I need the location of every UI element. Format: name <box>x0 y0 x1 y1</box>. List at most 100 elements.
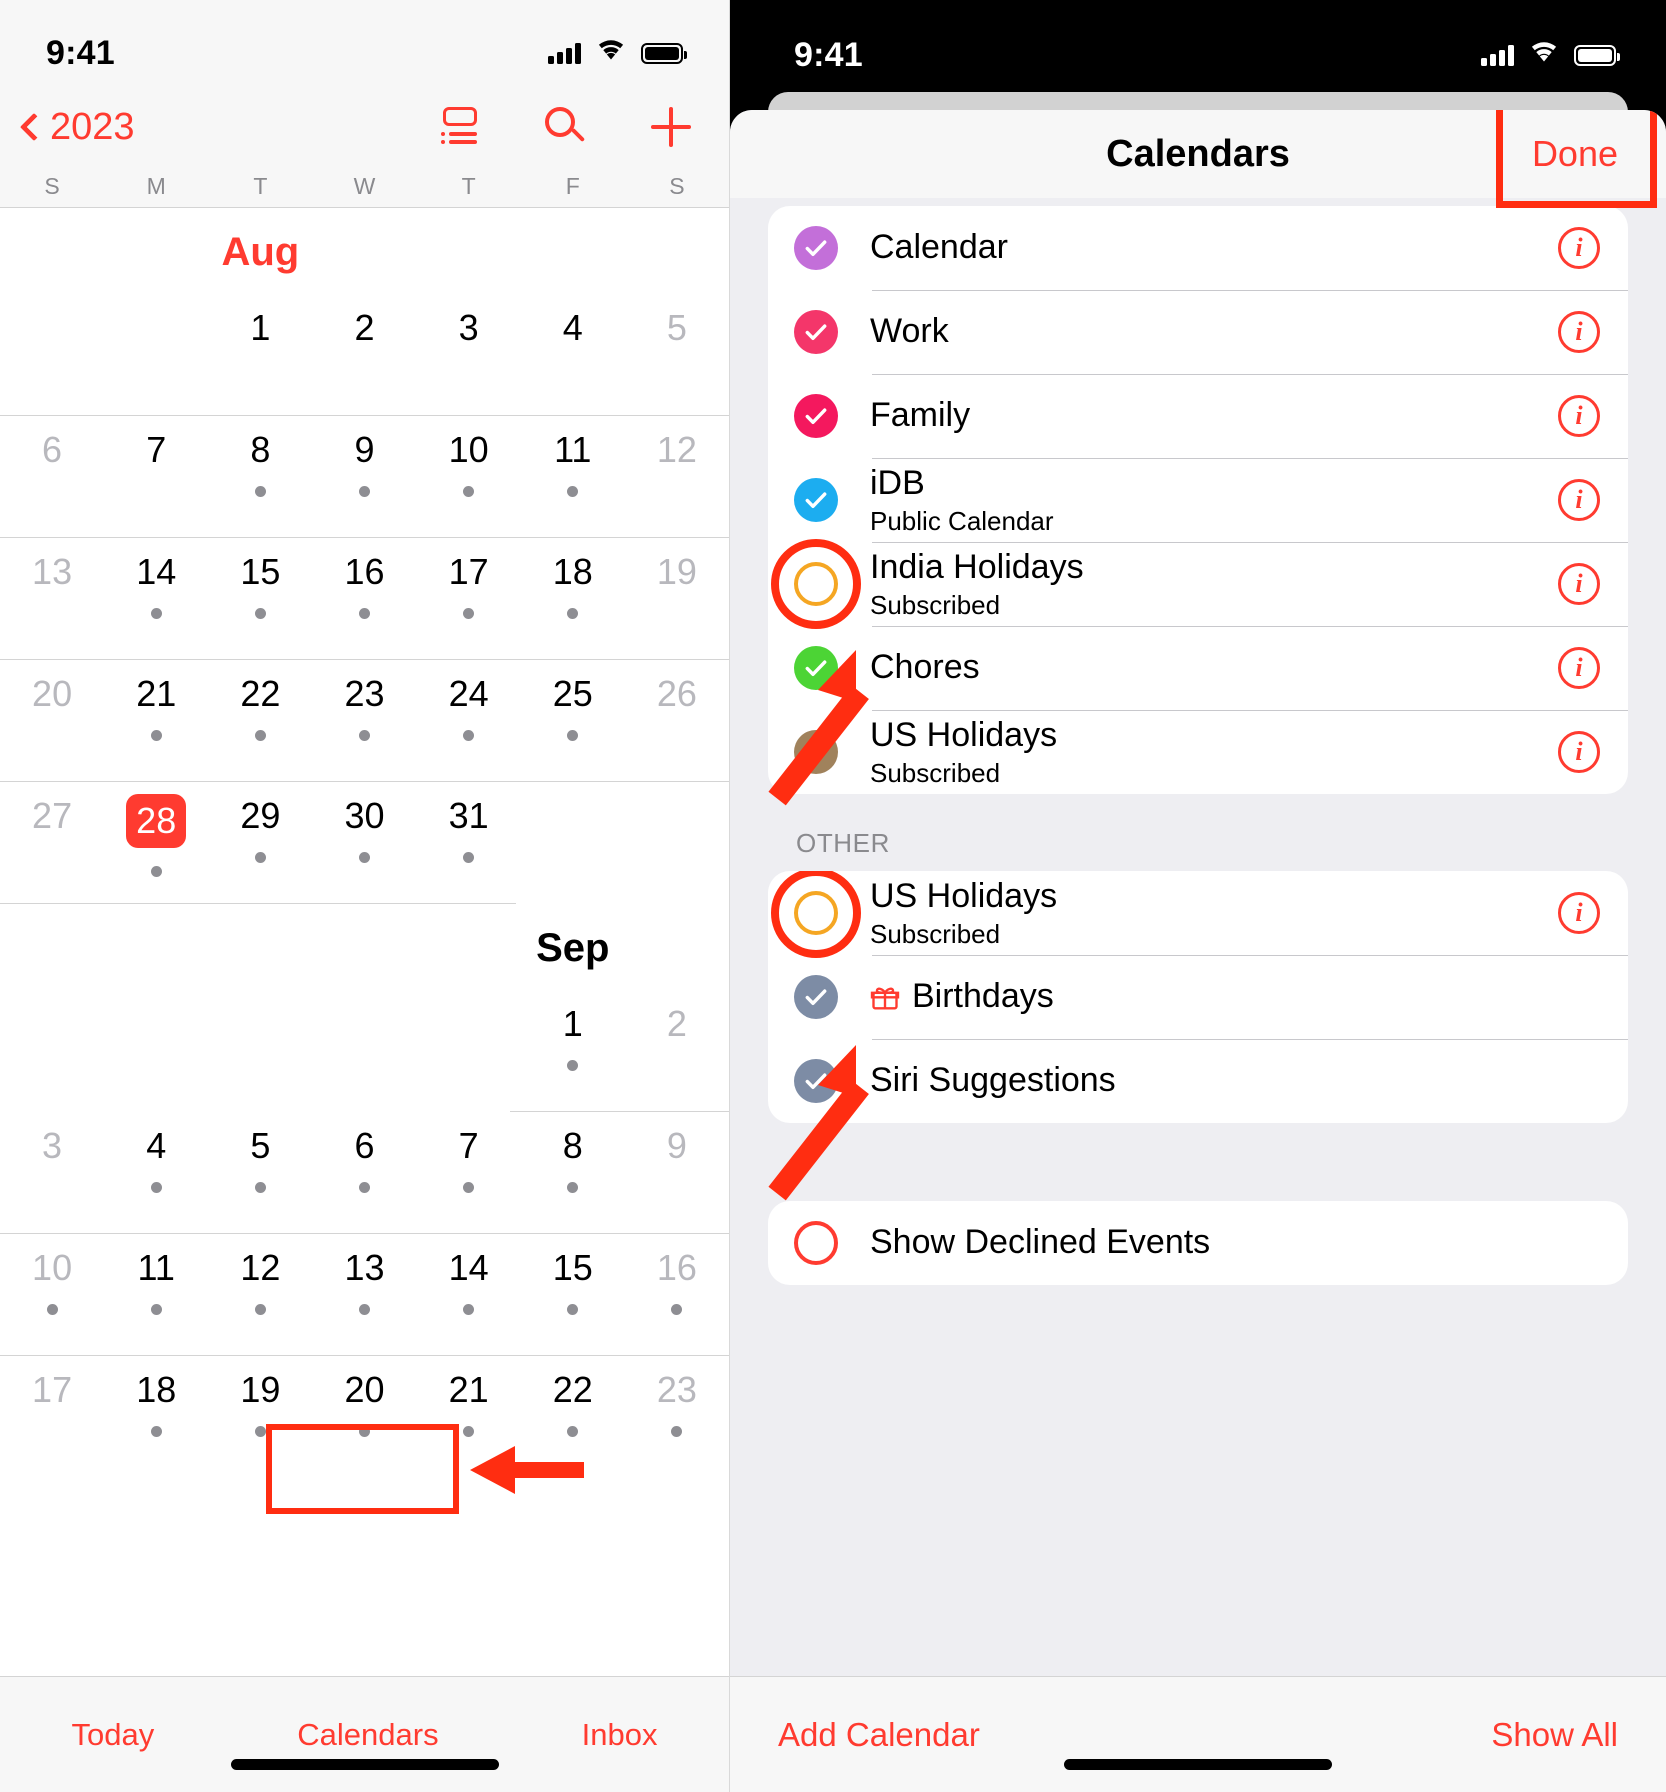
day-number: 25 <box>552 673 593 714</box>
calendars-list[interactable]: Calendar i Work i Family i iDB Public Calendar i… <box>730 198 1666 1676</box>
tab-inbox[interactable]: Inbox <box>582 1717 658 1753</box>
info-icon[interactable]: i <box>1558 395 1600 437</box>
calendar-day-cell[interactable]: 28 <box>104 782 208 904</box>
calendar-list-item[interactable]: India Holidays Subscribed i <box>768 539 1628 629</box>
info-icon[interactable]: i <box>1558 227 1600 269</box>
event-dot <box>463 1182 475 1193</box>
calendar-day-cell[interactable]: 12 <box>208 1234 312 1356</box>
calendar-day-cell[interactable]: 2 <box>312 294 416 416</box>
calendar-day-cell[interactable]: 17 <box>417 538 521 660</box>
calendar-list-item[interactable]: Family i <box>768 374 1628 458</box>
unchecked-circle-icon[interactable] <box>794 562 838 606</box>
calendar-day-cell[interactable]: 16 <box>625 1234 729 1356</box>
calendar-day-cell[interactable]: 31 <box>417 782 521 904</box>
calendar-day-cell[interactable]: 12 <box>625 416 729 538</box>
calendar-day-cell[interactable]: Aug 1 <box>208 232 312 416</box>
calendar-day-cell[interactable]: 3 <box>417 294 521 416</box>
calendar-day-cell[interactable]: 19 <box>625 538 729 660</box>
info-icon[interactable]: i <box>1558 311 1600 353</box>
show-all-button[interactable]: Show All <box>1491 1716 1618 1754</box>
checkmark-icon[interactable] <box>794 1059 838 1103</box>
day-number: 15 <box>240 551 281 592</box>
calendar-day-cell[interactable]: 29 <box>208 782 312 904</box>
calendar-day-cell[interactable]: 7 <box>417 1112 521 1234</box>
calendar-list-item[interactable]: iDB Public Calendar i <box>768 458 1628 542</box>
calendar-day-cell[interactable]: 2 <box>625 990 729 1112</box>
calendar-day-cell[interactable]: 13 <box>312 1234 416 1356</box>
calendar-day-cell[interactable]: 22 <box>208 660 312 782</box>
calendar-day-cell[interactable]: 7 <box>104 416 208 538</box>
calendar-day-cell[interactable]: 24 <box>417 660 521 782</box>
back-to-year-button[interactable]: 2023 <box>19 106 135 149</box>
checkmark-icon[interactable] <box>794 478 838 522</box>
calendar-day-cell[interactable]: 22 <box>521 1356 625 1478</box>
calendar-day-cell[interactable]: 15 <box>208 538 312 660</box>
tab-today[interactable]: Today <box>72 1717 155 1753</box>
calendar-day-cell[interactable]: 3 <box>0 1112 104 1234</box>
add-calendar-button[interactable]: Add Calendar <box>778 1716 980 1754</box>
calendar-list-item[interactable]: Work i <box>768 290 1628 374</box>
calendar-day-cell[interactable]: 8 <box>521 1112 625 1234</box>
calendar-day-cell[interactable]: 23 <box>312 660 416 782</box>
unchecked-circle-icon[interactable] <box>794 891 838 935</box>
day-number: 16 <box>344 551 385 592</box>
tab-calendars[interactable]: Calendars <box>297 1717 438 1753</box>
calendar-day-cell[interactable]: 11 <box>521 416 625 538</box>
calendar-list-item[interactable]: US Holidays Subscribed i <box>768 871 1628 958</box>
calendar-day-cell[interactable]: 9 <box>625 1112 729 1234</box>
day-number: 21 <box>136 673 177 714</box>
calendar-item-subtitle: Subscribed <box>870 918 1001 949</box>
toggle-circle-icon[interactable] <box>794 1221 838 1265</box>
calendar-day-cell[interactable]: 23 <box>625 1356 729 1478</box>
calendar-list-item[interactable]: Show Declined Events <box>768 1201 1628 1285</box>
calendar-day-cell[interactable]: 4 <box>521 294 625 416</box>
calendar-day-cell[interactable]: 26 <box>625 660 729 782</box>
calendar-day-cell[interactable]: 18 <box>104 1356 208 1478</box>
calendar-list-view-icon[interactable] <box>437 105 481 149</box>
calendar-list-item[interactable]: Birthdays <box>768 955 1628 1039</box>
calendar-day-cell[interactable]: 27 <box>0 782 104 904</box>
calendar-list-item[interactable]: Siri Suggestions <box>768 1039 1628 1123</box>
calendar-day-cell[interactable]: 6 <box>312 1112 416 1234</box>
calendar-day-cell[interactable]: 16 <box>312 538 416 660</box>
calendar-day-cell[interactable]: 15 <box>521 1234 625 1356</box>
info-icon[interactable]: i <box>1558 892 1600 934</box>
calendar-list-item[interactable]: Calendar i <box>768 206 1628 290</box>
day-number: 19 <box>656 551 697 592</box>
calendar-day-cell[interactable]: 10 <box>417 416 521 538</box>
checkmark-icon[interactable] <box>794 394 838 438</box>
calendar-day-cell[interactable]: 17 <box>0 1356 104 1478</box>
search-icon[interactable] <box>543 105 587 149</box>
info-icon[interactable]: i <box>1558 479 1600 521</box>
checkmark-icon[interactable] <box>794 226 838 270</box>
calendar-day-cell[interactable]: 6 <box>0 416 104 538</box>
plus-icon[interactable] <box>649 105 693 149</box>
calendar-day-cell[interactable]: 30 <box>312 782 416 904</box>
calendar-list-item[interactable]: US Holidays Subscribed i <box>768 710 1628 794</box>
checkmark-icon[interactable] <box>794 975 838 1019</box>
calendar-day-cell[interactable]: 4 <box>104 1112 208 1234</box>
calendar-day-cell[interactable]: 9 <box>312 416 416 538</box>
calendar-day-cell[interactable]: 14 <box>104 538 208 660</box>
info-icon[interactable]: i <box>1558 731 1600 773</box>
calendar-day-cell[interactable]: 14 <box>417 1234 521 1356</box>
calendar-day-cell[interactable]: 25 <box>521 660 625 782</box>
checkmark-icon[interactable] <box>794 646 838 690</box>
event-dot <box>358 852 370 863</box>
calendar-day-cell[interactable]: 8 <box>208 416 312 538</box>
calendar-day-cell[interactable]: 18 <box>521 538 625 660</box>
calendar-day-cell[interactable]: 10 <box>0 1234 104 1356</box>
calendar-list-item[interactable]: Chores i <box>768 626 1628 710</box>
calendar-day-cell[interactable]: 13 <box>0 538 104 660</box>
info-icon[interactable]: i <box>1558 563 1600 605</box>
calendar-day-cell[interactable]: 5 <box>625 294 729 416</box>
calendar-day-cell[interactable]: Sep 1 <box>521 928 625 1112</box>
info-icon[interactable]: i <box>1558 647 1600 689</box>
calendar-day-cell[interactable]: 11 <box>104 1234 208 1356</box>
calendar-day-cell[interactable]: 21 <box>104 660 208 782</box>
checkmark-icon[interactable] <box>794 730 838 774</box>
calendar-day-cell[interactable]: 20 <box>0 660 104 782</box>
calendar-day-cell[interactable]: 5 <box>208 1112 312 1234</box>
checkmark-icon[interactable] <box>794 310 838 354</box>
